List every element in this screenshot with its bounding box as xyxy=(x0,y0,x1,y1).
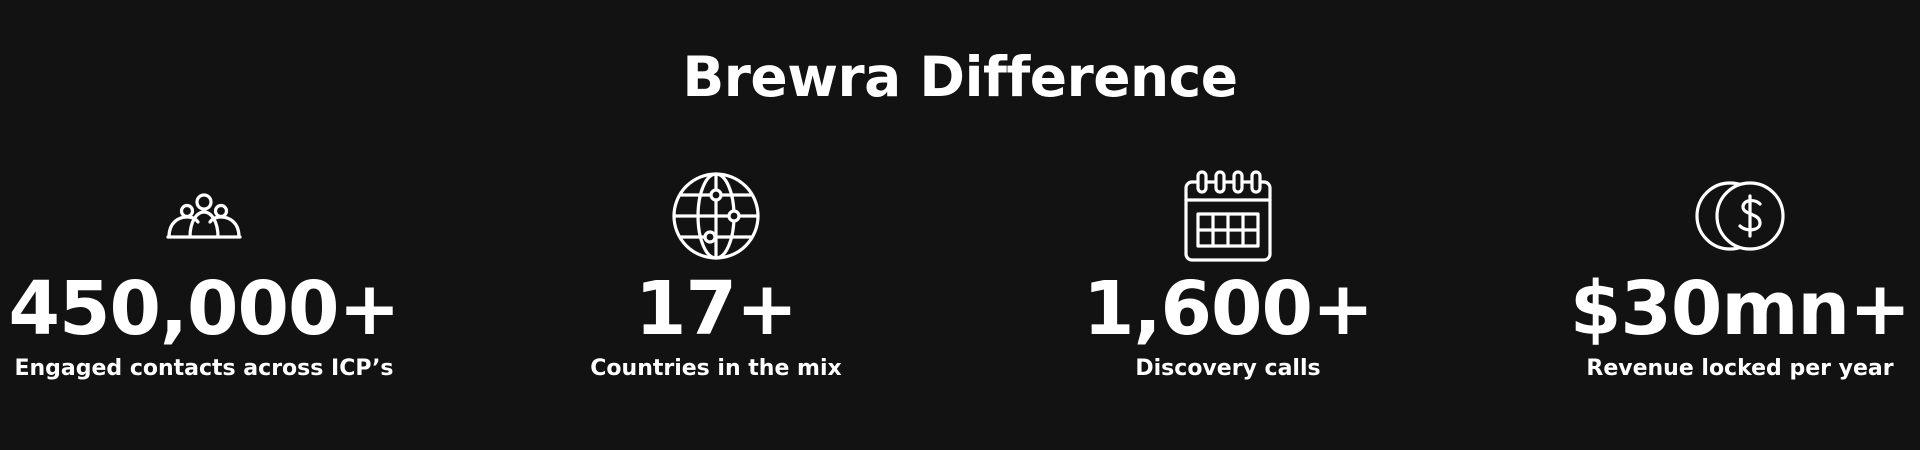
group-people-icon xyxy=(154,166,254,266)
stat-value: 1,600+ xyxy=(1082,266,1374,352)
stat-label: Discovery calls xyxy=(1135,356,1321,381)
dollar-coins-icon xyxy=(1690,166,1790,266)
stat-revenue: $30mn+ Revenue locked per year xyxy=(1500,166,1920,426)
stat-value: 450,000+ xyxy=(8,266,400,352)
stat-value: 17+ xyxy=(635,266,798,352)
stat-discovery-calls: 1,600+ Discovery calls xyxy=(988,166,1468,426)
stat-label: Revenue locked per year xyxy=(1586,356,1894,381)
stat-label: Countries in the mix xyxy=(590,356,842,381)
stat-engaged-contacts: 450,000+ Engaged contacts across ICP’s xyxy=(0,166,444,426)
stat-value: $30mn+ xyxy=(1569,266,1911,352)
brewra-difference-section: Brewra Difference 450,000+ Engaged conta… xyxy=(0,0,1920,450)
calendar-icon xyxy=(1178,166,1278,266)
section-title: Brewra Difference xyxy=(682,45,1238,109)
stat-countries: 17+ Countries in the mix xyxy=(476,166,956,426)
globe-icon xyxy=(666,166,766,266)
stat-label: Engaged contacts across ICP’s xyxy=(14,356,394,381)
